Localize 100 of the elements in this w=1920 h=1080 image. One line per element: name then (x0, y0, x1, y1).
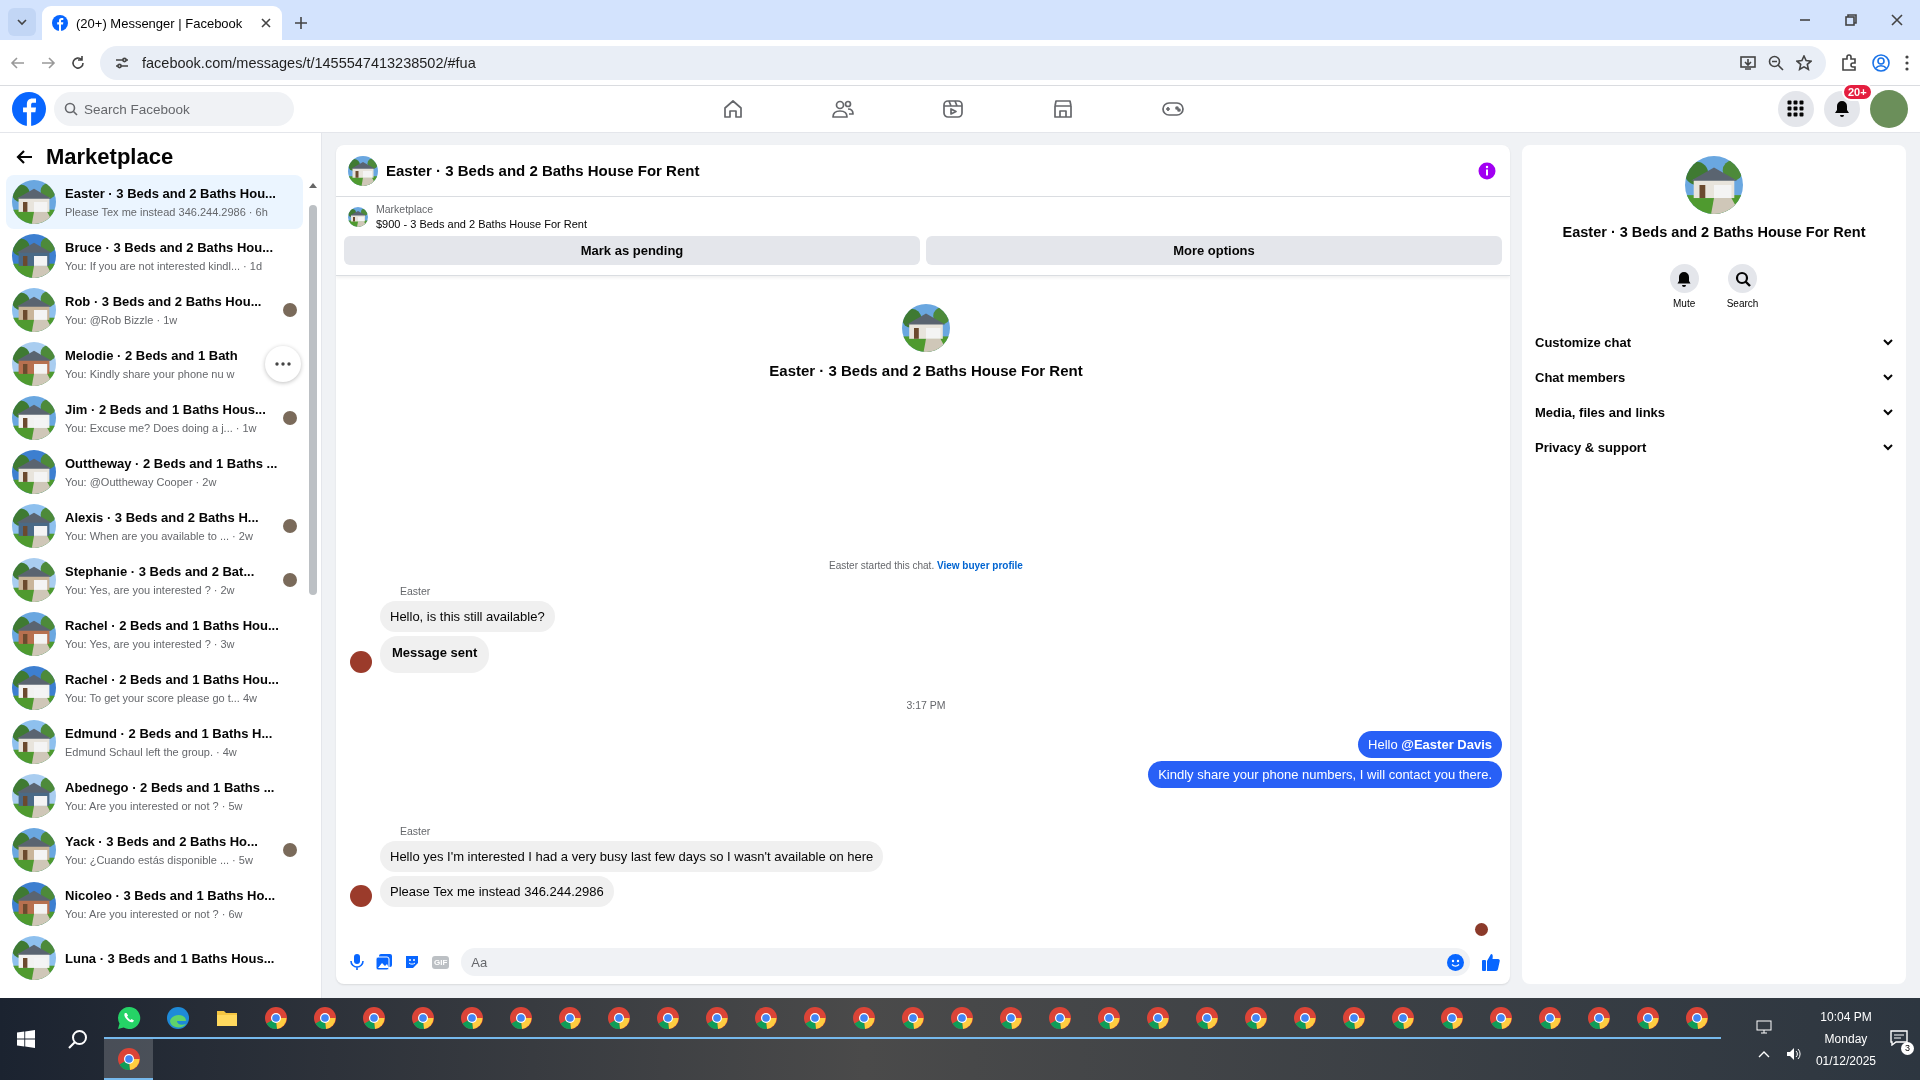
conversation-name: Easter · 3 Beds and 2 Baths Hou... (65, 185, 277, 202)
conversation-item[interactable]: Stephanie · 3 Beds and 2 Bat... You: Yes, are you interested ? · 2w (6, 553, 303, 607)
chrome-icon (851, 1005, 876, 1030)
search-icon (64, 102, 78, 116)
buyer-profile-link[interactable]: View buyer profile (936, 560, 1023, 571)
install-icon[interactable] (1740, 54, 1756, 71)
close-icon[interactable] (1891, 14, 1903, 26)
message-time: · 5w (232, 853, 253, 867)
forward-icon[interactable] (40, 54, 56, 71)
chat-title: Easter · 3 Beds and 2 Baths House For Rent (386, 162, 701, 179)
info-icon[interactable] (1478, 161, 1496, 180)
conversation-name: Yack · 3 Beds and 2 Baths Ho... (65, 833, 259, 850)
more-button[interactable] (265, 346, 301, 382)
menu-icon[interactable] (1904, 53, 1910, 72)
start-button[interactable] (17, 1030, 35, 1048)
mute-button[interactable] (1669, 264, 1699, 293)
timestamp: 3:17 PM (905, 699, 947, 711)
message-preview: Edmund Schaul left the group. (65, 745, 213, 759)
chrome-icon (606, 1005, 631, 1030)
back-arrow-icon[interactable] (16, 148, 34, 166)
message-preview: You: @Rob Bizzle (65, 313, 154, 327)
edge-icon (165, 1005, 190, 1030)
message-preview: You: Yes, are you interested ? (65, 583, 211, 597)
sender-name: Easter (400, 825, 432, 837)
message-time: · 5w (221, 799, 243, 813)
scroll-up-icon[interactable] (308, 181, 318, 189)
zoom-icon[interactable] (1768, 54, 1784, 71)
chrome-icon (508, 1005, 533, 1030)
thumbs-up-icon[interactable] (1482, 953, 1500, 971)
facebook-logo[interactable] (12, 92, 46, 126)
notification-badge: 20+ (1842, 83, 1873, 101)
chrome-icon (900, 1005, 925, 1030)
section-header[interactable]: Privacy & support (1534, 430, 1894, 465)
chrome-icon (998, 1005, 1023, 1030)
action-button[interactable]: Mark as pending (344, 236, 920, 265)
message-preview: You: Are you interested or not ? (65, 799, 219, 813)
conversation-item[interactable]: Easter · 3 Beds and 2 Baths Hou... Please Tex me instead 346.244.2986 · 6h (6, 175, 303, 229)
emoji-icon[interactable] (1447, 953, 1464, 971)
notification-center-icon[interactable] (1890, 1029, 1908, 1046)
conversation-name: Edmund · 2 Beds and 1 Baths H... (65, 725, 274, 742)
conversation-item[interactable]: Outtheway · 2 Beds and 1 Baths ... You: @Outtheway Cooper · 2w (6, 445, 303, 499)
sticker-icon[interactable] (404, 954, 420, 970)
action-button[interactable]: More options (926, 236, 1502, 265)
conversation-item[interactable]: Luna · 3 Beds and 1 Baths Hous... (6, 931, 303, 985)
conversation-name: Luna · 3 Beds and 1 Baths Hous... (65, 949, 276, 967)
chrome-icon (655, 1005, 680, 1030)
chrome-icon (1341, 1005, 1366, 1030)
section-header[interactable]: Media, files and links (1534, 395, 1894, 430)
conversation-item[interactable]: Alexis · 3 Beds and 2 Baths H... You: When are you available to ... · 2w (6, 499, 303, 553)
star-icon[interactable] (1796, 54, 1812, 71)
profile-icon[interactable] (1872, 53, 1890, 72)
search-button[interactable] (1728, 264, 1757, 293)
chrome-icon (361, 1005, 386, 1030)
search-icon[interactable] (68, 1029, 88, 1049)
conversation-name: Rachel · 2 Beds and 1 Baths Hou... (65, 671, 280, 688)
conversation-item[interactable]: Rachel · 2 Beds and 1 Baths Hou... You: To get your score please go t... 4w (6, 661, 303, 715)
conversation-item[interactable]: Melodie · 2 Beds and 1 Bath You: Kindly share your phone nu w (6, 337, 303, 391)
reload-icon[interactable] (70, 54, 86, 71)
apps-menu-button[interactable] (1778, 91, 1814, 127)
conversation-item[interactable]: Jim · 2 Beds and 1 Baths Hous... You: Excuse me? Does doing a j... · 1w (6, 391, 303, 445)
back-icon[interactable] (10, 54, 26, 71)
search-field[interactable]: Search Facebook (54, 92, 294, 126)
conversation-item[interactable]: Rachel · 2 Beds and 1 Baths Hou... You: Yes, are you interested ? · 3w (6, 607, 303, 661)
section-header[interactable]: Customize chat (1534, 325, 1894, 360)
action-label: Search (1726, 298, 1759, 309)
facebook-logo-icon (52, 15, 68, 31)
message-time: · 2w (195, 475, 217, 489)
clock-time[interactable]: 10:04 PM (1820, 1010, 1872, 1024)
volume-icon[interactable] (1785, 1047, 1802, 1061)
chrome-icon (1145, 1005, 1170, 1030)
extensions-icon[interactable] (1840, 53, 1858, 72)
message-preview: You: Excuse me? Does doing a j... (65, 421, 233, 435)
message-input[interactable]: Aa (461, 948, 1470, 976)
address-bar[interactable]: facebook.com/messages/t/1455547413238502/#fua (100, 45, 1826, 80)
chrome-icon (1096, 1005, 1121, 1030)
conversation-item[interactable]: Bruce · 3 Beds and 2 Baths Hou... You: If you are not interested kindl... · 1d (6, 229, 303, 283)
chrome-icon (312, 1005, 337, 1030)
message-time: w (226, 367, 235, 381)
new-tab-icon[interactable] (294, 16, 308, 30)
network-icon[interactable] (1755, 1020, 1772, 1034)
taskbar-button[interactable] (104, 1039, 153, 1080)
section-header[interactable]: Chat members (1534, 360, 1894, 395)
tab-list-button[interactable] (8, 8, 36, 36)
show-hidden-icons-icon[interactable] (1757, 1050, 1770, 1058)
account-avatar[interactable] (1870, 90, 1908, 128)
chat-app-icon (116, 1005, 141, 1030)
restore-icon[interactable] (1845, 14, 1857, 26)
conversation-item[interactable]: Nicoleo · 3 Beds and 1 Baths Ho... You: Are you interested or not ? · 6w (6, 877, 303, 931)
conversation-item[interactable]: Abednego · 2 Beds and 1 Baths ... You: Are you interested or not ? · 5w (6, 769, 303, 823)
message-time: · 3w (213, 637, 235, 651)
photo-icon[interactable] (376, 954, 392, 970)
microphone-icon[interactable] (350, 954, 364, 970)
browser-tab[interactable]: (20+) Messenger | Facebook (42, 6, 282, 40)
sender-name: Easter (400, 585, 432, 597)
conversation-item[interactable]: Rob · 3 Beds and 2 Baths Hou... You: @Rob Bizzle · 1w (6, 283, 303, 337)
close-icon[interactable] (260, 17, 272, 29)
chrome-icon (1047, 1005, 1072, 1030)
conversation-item[interactable]: Edmund · 2 Beds and 1 Baths H... Edmund Schaul left the group. · 4w (6, 715, 303, 769)
conversation-item[interactable]: Yack · 3 Beds and 2 Baths Ho... You: ¿Cuando estás disponible ... · 5w (6, 823, 303, 877)
message-preview: You: When are you available to ... (65, 529, 230, 543)
